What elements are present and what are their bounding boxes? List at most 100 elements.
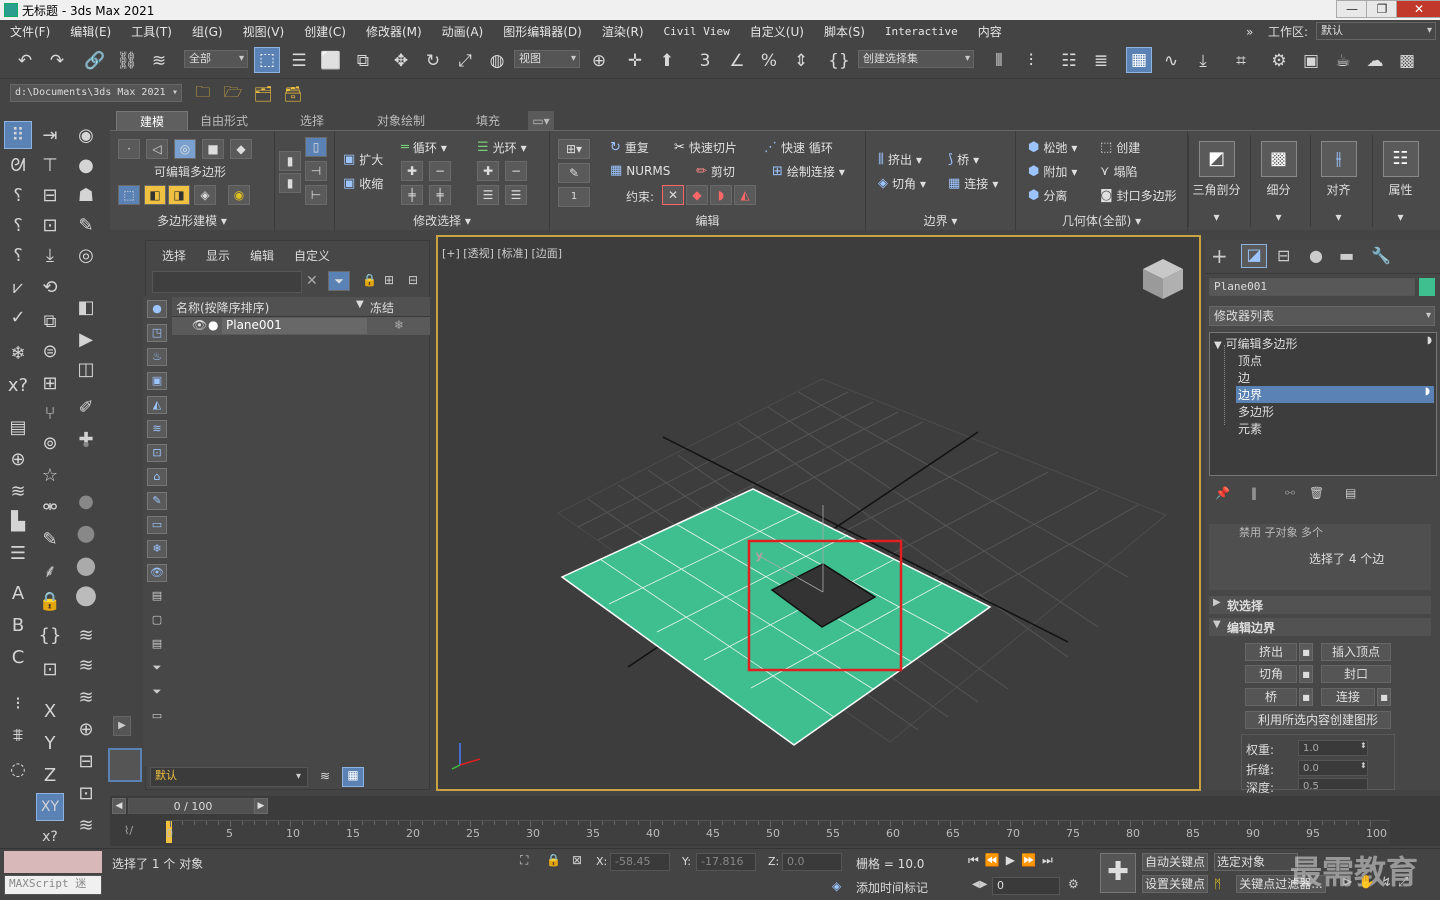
maximize-viewport-icon[interactable]: ⤢ [1398, 875, 1408, 895]
workspace-dropdown[interactable]: 默认 [1316, 22, 1436, 40]
constraint-d-icon[interactable]: ⊣ [305, 161, 327, 181]
lock-selection-icon[interactable]: 🔒 [362, 273, 377, 287]
edit-borders-rollout[interactable]: ▼ 编辑边界 [1209, 618, 1431, 636]
prev-frame-icon[interactable]: ⏪ [985, 853, 1000, 873]
tab-object-paint[interactable]: 对象绘制 [366, 111, 436, 131]
utilities-tab-icon[interactable]: 🔧 [1371, 246, 1391, 265]
pin-stack-icon[interactable]: 📌 [1215, 486, 1230, 500]
filter-icon[interactable]: ⏷ [328, 271, 350, 291]
menu-tools[interactable]: 工具(T) [121, 23, 182, 40]
align-objects-icon[interactable]: ⊤ [36, 151, 64, 179]
expand-panel-icon[interactable]: ▶ [113, 716, 131, 736]
layers-icon[interactable]: ⊡ [36, 211, 64, 239]
preserve-uvs-icon[interactable]: ⊞▾ [558, 139, 590, 159]
loop-next-icon[interactable]: ╪ [429, 185, 451, 205]
script-icon[interactable]: {} [36, 621, 64, 649]
object-name-input[interactable]: Plane001 [1209, 278, 1415, 296]
quickslice-button[interactable]: ✂ 快速切片 [674, 139, 737, 156]
spinner-field[interactable]: 1 [558, 187, 590, 207]
shrink-button[interactable]: ▣ 收缩 [343, 175, 383, 192]
loop-grow-icon[interactable]: ✚ [401, 161, 423, 181]
hierarchy-view-icon[interactable]: ⊞ [384, 273, 394, 287]
reference-coord-dropdown[interactable]: 视图 [514, 50, 580, 68]
close-button[interactable]: ✕ [1396, 0, 1440, 18]
listener-mini[interactable] [4, 851, 102, 873]
menu-animation[interactable]: 动画(A) [432, 23, 494, 40]
tool-icon[interactable]: ✐ [72, 393, 100, 421]
dot-xlarge-icon[interactable]: ● [72, 551, 100, 579]
schematic-view-icon[interactable]: ⌗ [1228, 48, 1254, 74]
layer-dropdown[interactable]: 默认 [150, 767, 308, 787]
render-grid-icon[interactable]: ▩ [1394, 48, 1420, 74]
relax-button[interactable]: ⬢ 松弛 ▾ [1028, 139, 1077, 156]
selection-filter-dropdown[interactable]: 全部 [184, 50, 248, 68]
freeform-icon[interactable]: ⩗ [4, 273, 32, 301]
time-slider[interactable]: 0 / 100 [128, 798, 254, 814]
modifier-c-icon[interactable]: ◈ [194, 185, 216, 205]
render-icon[interactable]: ☕ [1330, 48, 1356, 74]
visibility-eye-icon[interactable]: 👁 [192, 318, 207, 332]
bridge-button[interactable]: ⟆ 桥 ▾ [948, 151, 979, 168]
freeze-snowflake-icon[interactable]: ❄ [394, 318, 404, 332]
menu-scripting[interactable]: 脚本(S) [814, 23, 875, 40]
xref-icon[interactable]: x? [4, 371, 32, 399]
create-button[interactable]: ⬚ 创建 [1100, 139, 1140, 156]
isolate-selection-icon[interactable]: ⛶ [520, 853, 528, 868]
menu-views[interactable]: 视图(V) [233, 23, 295, 40]
minimize-button[interactable]: — [1336, 0, 1368, 18]
key-mode-icon[interactable]: ᛗ [1214, 877, 1221, 891]
time-next-icon[interactable]: ▶ [254, 798, 268, 814]
maxscript-input[interactable]: MAXScript 迷 [4, 875, 102, 895]
loop-icon[interactable]: ⊚ [36, 429, 64, 457]
axis-xy-icon[interactable]: XY [36, 793, 64, 821]
pivot-icon[interactable]: ⸮ [4, 211, 32, 239]
constraint-b-icon[interactable]: ▯ [305, 137, 327, 157]
transform-icon[interactable]: ⇥ [36, 121, 64, 149]
axis-y-icon[interactable]: Y [36, 729, 64, 757]
cut-button[interactable]: ✏ 剪切 [696, 163, 735, 180]
menu-file[interactable]: 文件(F) [0, 23, 60, 40]
rotate-copy-icon[interactable]: ⟲ [36, 273, 64, 301]
helper-icon[interactable]: ⸮ [4, 181, 32, 209]
create-shape-button[interactable]: 利用所选内容创建图形 [1245, 711, 1391, 729]
menu-modifiers[interactable]: 修改器(M) [356, 23, 432, 40]
insert-vertex-button[interactable]: 插入顶点 [1321, 643, 1391, 661]
layer-explorer-icon[interactable]: ≣ [1088, 48, 1114, 74]
remove-modifier-icon[interactable]: 🗑 [1309, 486, 1324, 500]
angle-snap-icon[interactable]: ∠ [724, 48, 750, 74]
create-tab-icon[interactable]: + [1211, 244, 1228, 268]
layer-a-icon[interactable]: ≋ [72, 621, 100, 649]
align-button[interactable]: ⫲ 对齐 ▾ [1310, 135, 1366, 227]
loop-button[interactable]: ═ 循环 ▾ [401, 139, 447, 156]
dot-medium-icon[interactable]: ● [72, 487, 100, 515]
next-frame-icon[interactable]: ⏩ [1021, 853, 1036, 873]
link-icon[interactable]: 🔗 [82, 48, 108, 74]
brush-icon[interactable]: ✎ [72, 211, 100, 239]
ring-prev-icon[interactable]: ☰ [477, 185, 499, 205]
add-time-tag[interactable]: 添加时间标记 [856, 879, 928, 896]
tab-freeform[interactable]: 自由形式 [192, 111, 256, 131]
crease-spinner-icon[interactable]: ⬍ [1360, 761, 1367, 770]
curve-editor-icon[interactable]: ∿ [1158, 48, 1184, 74]
subdivide-button[interactable]: ▩ 细分 ▾ [1250, 135, 1306, 227]
dope-sheet-icon[interactable]: ⤓ [1190, 48, 1216, 74]
play-icon[interactable]: ▶ [1006, 853, 1015, 873]
triangulate-button[interactable]: ◩ 三角剖分 ▾ [1188, 135, 1244, 227]
filter-all-icon[interactable]: ▤ [147, 588, 167, 606]
text-c-icon[interactable]: C [4, 643, 32, 671]
filter-spacewarps-icon[interactable]: ≋ [147, 420, 167, 438]
menu-rendering[interactable]: 渲染(R) [592, 23, 654, 40]
object-color-swatch[interactable] [1419, 278, 1435, 296]
select-object-icon[interactable]: ⬚ [254, 47, 280, 73]
orbit-icon[interactable]: ⊳ [1342, 875, 1353, 895]
se-menu-edit[interactable]: 编辑 [250, 247, 274, 264]
render-iterative-icon[interactable]: ☁ [1362, 48, 1388, 74]
filter-groups-icon[interactable]: ⊡ [147, 444, 167, 462]
element-mode-icon[interactable]: ◆ [230, 139, 252, 159]
filter-funnel-icon[interactable]: ⏷ [147, 660, 167, 678]
menu-overflow-icon[interactable]: » [1246, 25, 1253, 39]
stack-item-editable-poly[interactable]: ▼ 可编辑多边形 ◗ [1214, 335, 1434, 352]
stack-item-border[interactable]: 边界 ◗ [1236, 386, 1434, 403]
filter-panel-icon[interactable]: ▭ [147, 708, 167, 726]
stack-border-light-icon[interactable]: ◗ [1425, 386, 1430, 397]
